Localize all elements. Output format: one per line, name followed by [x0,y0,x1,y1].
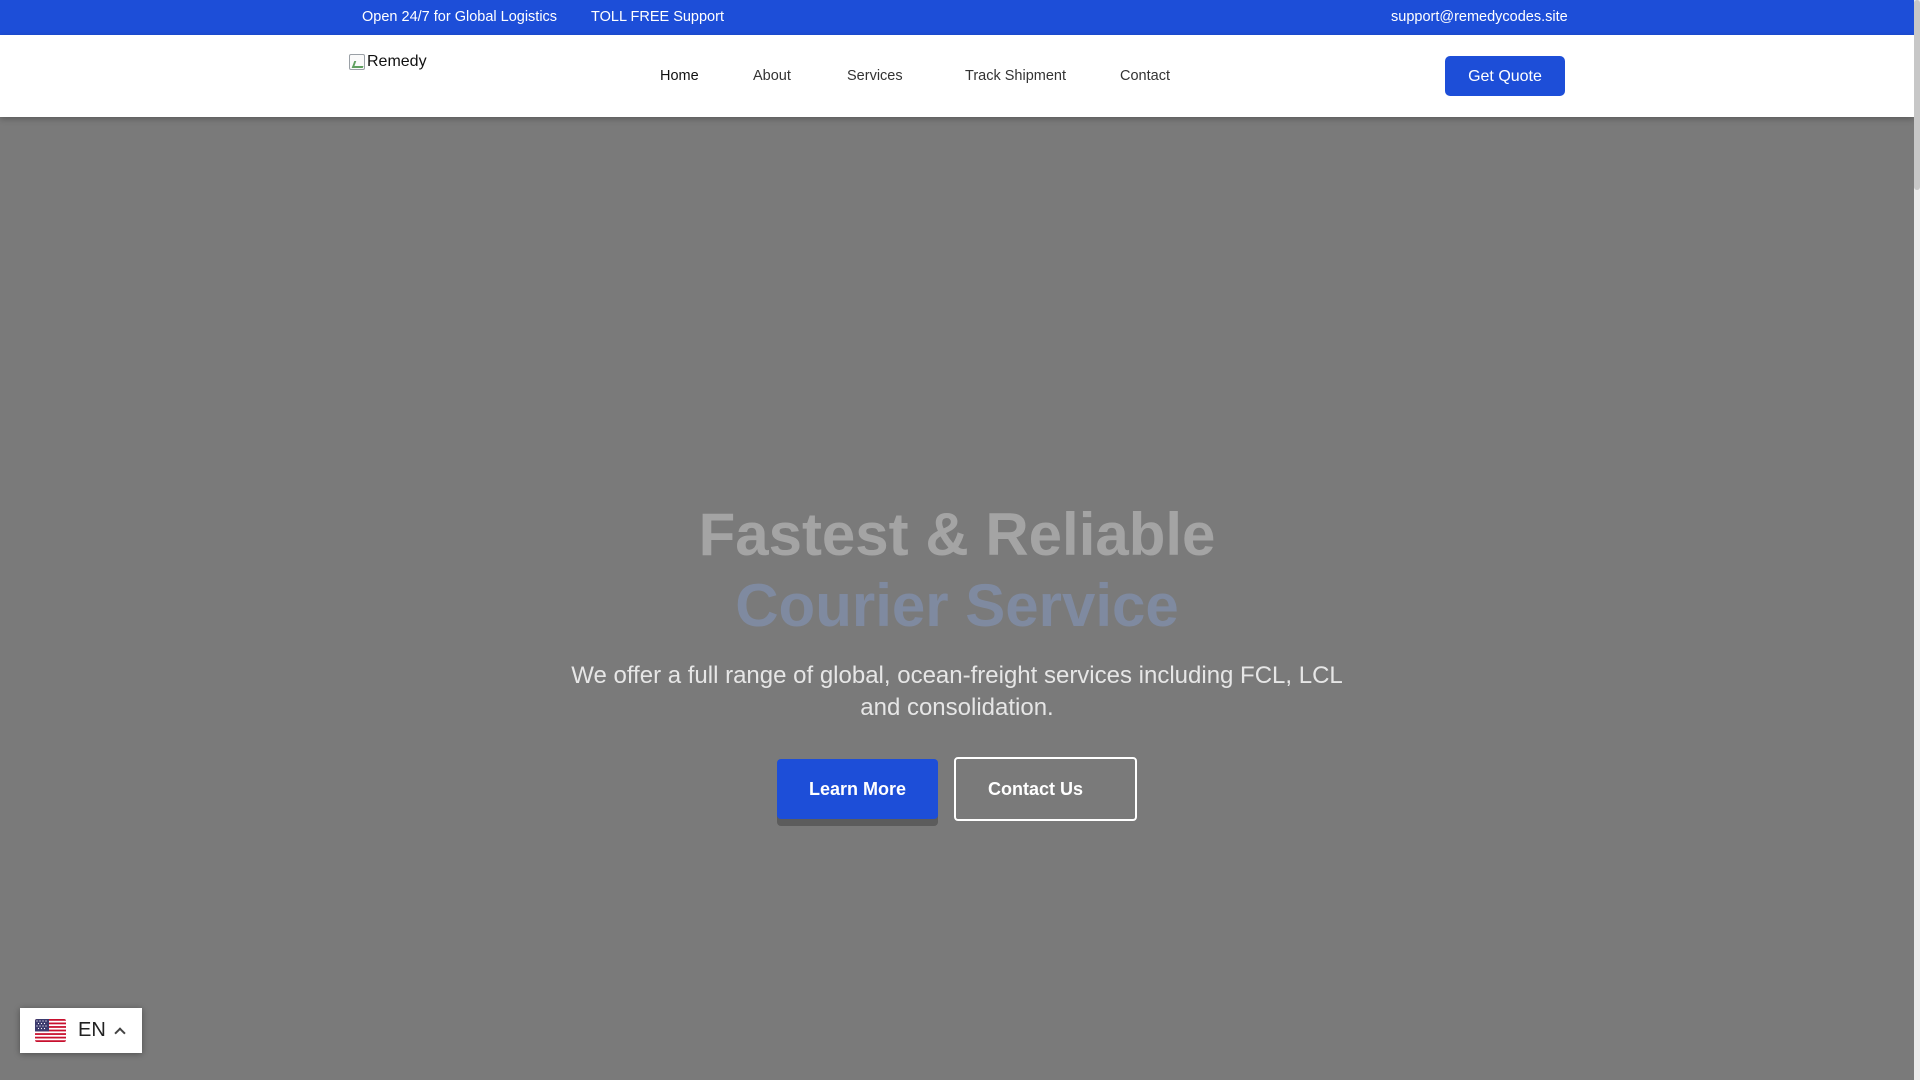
us-flag-icon [35,1019,66,1042]
top-info-bar: Open 24/7 for Global Logistics TOLL FREE… [0,0,1914,35]
nav-track-shipment[interactable]: Track Shipment [965,35,1066,117]
site-header: Remedy Home About Services Track Shipmen… [0,35,1914,117]
nav-about[interactable]: About [753,35,791,117]
nav-contact[interactable]: Contact [1120,35,1170,117]
browser-viewport: Open 24/7 for Global Logistics TOLL FREE… [0,0,1920,1080]
page-scrollbar[interactable] [1914,0,1920,1080]
logo-alt-text: Remedy [367,53,427,70]
hero-title-line2: Courier Service [735,572,1179,639]
topbar-email-link[interactable]: support@remedycodes.site [1391,0,1568,35]
hero-section: Fastest & Reliable Courier Service We of… [0,117,1914,1080]
broken-image-icon [349,54,365,70]
nav-services[interactable]: Services [847,35,903,117]
topbar-support[interactable]: TOLL FREE Support [591,0,724,35]
scrollbar-thumb[interactable] [1914,0,1920,190]
topbar-tagline: Open 24/7 for Global Logistics [362,9,558,25]
us-flag-graphic [35,1019,66,1042]
language-switcher[interactable]: EN [20,1008,142,1053]
contact-us-button[interactable]: Contact Us [954,757,1137,821]
chevron-up-icon [114,1025,126,1037]
get-quote-button[interactable]: Get Quote [1445,56,1565,96]
nav-home[interactable]: Home [660,35,699,117]
language-code: EN [78,1019,106,1041]
hero-subtitle: We offer a full range of global, ocean-f… [571,662,1343,721]
site-logo[interactable]: Remedy [349,53,427,71]
page: Open 24/7 for Global Logistics TOLL FREE… [0,0,1914,1080]
learn-more-button[interactable]: Learn More [777,759,938,819]
hero-title-line1: Fastest & Reliable [698,501,1216,568]
